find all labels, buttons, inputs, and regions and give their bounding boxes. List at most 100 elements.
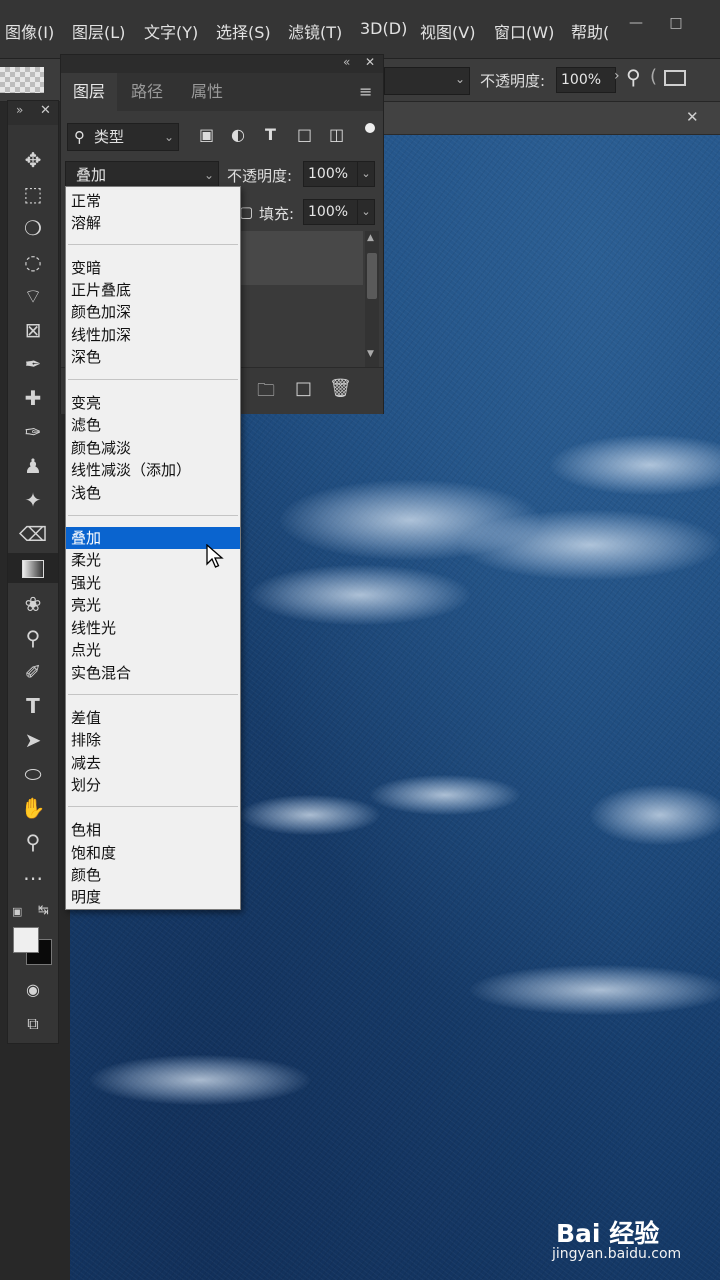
cloud [590,785,720,845]
scroll-thumb[interactable] [367,253,377,299]
move-tool-icon[interactable]: ✥ [8,145,58,175]
panel-menu-icon[interactable]: ≡ [359,82,372,101]
blend-option[interactable]: 变亮 [66,392,240,414]
quick-mask-icon[interactable]: ◉ [8,975,58,1005]
tab-layers[interactable]: 图层 [61,73,117,111]
collapse-icon[interactable]: « [343,55,350,69]
opacity-input[interactable]: 100% [556,67,616,93]
pen-tool-icon[interactable]: ✐ [8,657,58,687]
blend-option[interactable]: 强光 [66,572,240,594]
tab-paths[interactable]: 路径 [117,73,177,111]
menu-help[interactable]: 帮助( [571,19,609,43]
chevron-down-icon[interactable]: › [614,68,620,84]
foreground-color-swatch[interactable] [13,927,39,953]
blend-option[interactable]: 明度 [66,886,240,908]
blend-option[interactable]: 实色混合 [66,662,240,684]
smart-object-filter-icon[interactable]: ◫ [329,125,344,144]
eyedropper-tool-icon[interactable]: ✒ [8,349,58,379]
blend-option[interactable]: 颜色 [66,864,240,886]
blend-option[interactable]: 点光 [66,639,240,661]
menu-filter[interactable]: 滤镜(T) [288,19,342,43]
type-tool-icon[interactable]: T [8,691,58,721]
chevron-up-icon[interactable]: ▲ [367,233,374,243]
panel-toggle-icon[interactable] [664,70,686,86]
tab-properties[interactable]: 属性 [177,73,237,111]
folder-icon[interactable]: 🗀 [257,378,275,408]
circle-icon[interactable]: ( [650,66,657,87]
adjustment-filter-icon[interactable]: ◐ [231,125,245,144]
default-colors-icon[interactable]: ▣ [12,905,22,918]
ellipse-tool-icon[interactable]: ⬭ [8,759,58,789]
menu-view[interactable]: 视图(V) [420,19,475,43]
search-icon[interactable]: ⚲ [626,65,641,89]
blend-option[interactable]: 色相 [66,819,240,841]
chevron-down-icon[interactable]: ⌄ [357,161,375,187]
blend-option[interactable]: 颜色减淡 [66,437,240,459]
expand-icon[interactable]: » [16,103,23,117]
blend-option[interactable]: 饱和度 [66,842,240,864]
zoom-tool-icon[interactable]: ⚲ [8,827,58,857]
blend-option[interactable]: 溶解 [66,212,240,234]
stamp-tool-icon[interactable]: ♟ [8,451,58,481]
menu-layer[interactable]: 图层(L) [72,19,125,43]
blend-mode-select[interactable]: 叠加 ⌄ [65,161,219,189]
blend-option[interactable]: 深色 [66,346,240,368]
blend-option[interactable]: 浅色 [66,482,240,504]
maximize-icon[interactable]: □ [656,10,696,36]
filter-toggle-icon[interactable] [365,123,375,133]
quick-select-tool-icon[interactable]: ◌ [8,247,58,277]
history-brush-tool-icon[interactable]: ✦ [8,485,58,515]
blend-option[interactable]: 线性减淡（添加） [66,459,240,481]
lasso-tool-icon[interactable]: ❍ [8,213,58,243]
shape-filter-icon[interactable]: □ [297,125,312,144]
chevron-down-icon[interactable]: ⌄ [357,199,375,225]
path-select-tool-icon[interactable]: ➤ [8,725,58,755]
menu-window[interactable]: 窗口(W) [494,19,554,43]
menu-type[interactable]: 文字(Y) [144,19,198,43]
menu-image[interactable]: 图像(I) [5,19,54,43]
more-tools-icon[interactable]: ⋯ [8,863,58,893]
menu-3d[interactable]: 3D(D) [360,19,407,38]
blend-option[interactable]: 亮光 [66,594,240,616]
crop-tool-icon[interactable]: ⌔ [8,281,58,311]
type-filter-icon[interactable]: T [265,125,276,144]
marquee-tool-icon[interactable]: ⬚ [8,179,58,209]
image-filter-icon[interactable]: ▣ [199,125,214,144]
blend-option[interactable]: 正片叠底 [66,279,240,301]
blur-tool-icon[interactable]: ❀ [8,589,58,619]
trash-icon[interactable]: 🗑 [329,378,352,399]
layers-scrollbar[interactable]: ▲ ▼ [365,231,379,367]
lock-icon[interactable]: ▢ [239,203,253,221]
blend-option[interactable]: 滤色 [66,414,240,436]
menu-select[interactable]: 选择(S) [216,19,271,43]
minimize-icon[interactable]: — [616,10,656,36]
gradient-preview[interactable] [0,67,44,93]
blend-option[interactable]: 排除 [66,729,240,751]
chevron-down-icon: ⌄ [203,168,214,182]
blend-option[interactable]: 正常 [66,190,240,212]
blend-option[interactable]: 线性加深 [66,324,240,346]
layer-row[interactable] [237,231,363,285]
eraser-tool-icon[interactable]: ⌫ [8,519,58,549]
brush-tool-icon[interactable]: ✑ [8,417,58,447]
hand-tool-icon[interactable]: ✋ [8,793,58,823]
blend-option[interactable]: 线性光 [66,617,240,639]
close-icon[interactable]: ✕ [686,108,699,126]
blend-option[interactable]: 差值 [66,707,240,729]
layer-filter-select[interactable]: ⚲ 类型 ⌄ [67,123,179,151]
gradient-tool-icon[interactable] [8,553,58,583]
blend-option[interactable]: 变暗 [66,257,240,279]
mode-select[interactable]: ⌄ [384,67,470,95]
frame-tool-icon[interactable]: ⊠ [8,315,58,345]
blend-option[interactable]: 划分 [66,774,240,796]
screen-mode-icon[interactable]: ⧉ [8,1009,58,1039]
close-icon[interactable]: ✕ [40,103,51,118]
close-icon[interactable]: ✕ [365,55,375,69]
chevron-down-icon[interactable]: ▼ [367,349,374,359]
blend-option[interactable]: 颜色加深 [66,301,240,323]
swap-colors-icon[interactable]: ↹ [38,903,49,918]
blend-option[interactable]: 减去 [66,752,240,774]
new-layer-icon[interactable]: □ [295,378,312,399]
dodge-tool-icon[interactable]: ⚲ [8,623,58,653]
healing-brush-tool-icon[interactable]: ✚ [8,383,58,413]
